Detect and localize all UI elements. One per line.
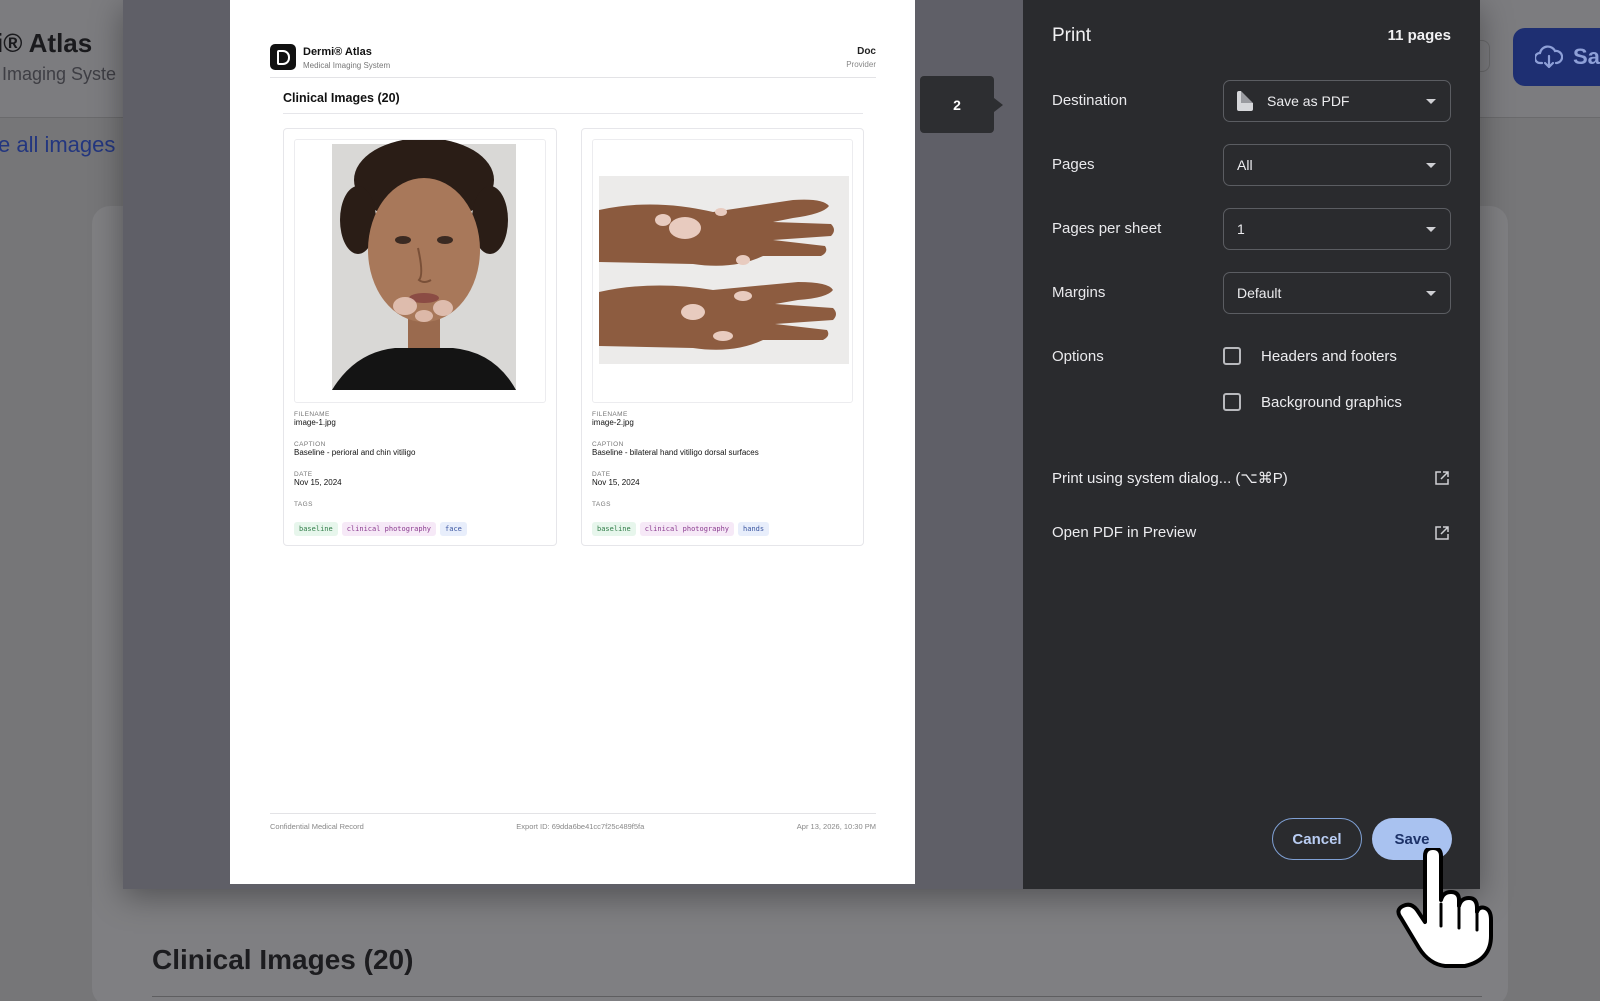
background-graphics-checkbox[interactable] [1223, 393, 1241, 411]
footer-confidential: Confidential Medical Record [270, 822, 364, 831]
document-right-title: Doc [857, 46, 876, 57]
margins-select[interactable]: Default [1223, 272, 1451, 314]
tags-label: TAGS [592, 501, 611, 508]
face-photo-icon [332, 140, 516, 390]
app-title: i® Atlas [0, 28, 93, 58]
chevron-down-icon [1426, 99, 1436, 104]
document-footer: Confidential Medical Record Export ID: 6… [270, 813, 876, 831]
footer-export-id: Export ID: 69dda6be41cc7f25c489f5fa [516, 822, 645, 831]
footer-timestamp: Apr 13, 2026, 10:30 PM [796, 822, 876, 831]
system-dialog-label: Print using system dialog... (⌥⌘P) [1052, 470, 1288, 487]
background-divider [152, 996, 1482, 997]
tag-hands: hands [738, 522, 770, 536]
pages-select[interactable]: All [1223, 144, 1451, 186]
headers-footers-checkbox[interactable] [1223, 347, 1241, 365]
pages-label: Pages [1052, 156, 1095, 173]
print-settings-panel: Print 11 pages Destination Save as PDF P… [1023, 0, 1480, 889]
tag-list: baseline clinical photography face [294, 522, 467, 536]
destination-value: Save as PDF [1267, 93, 1350, 109]
date-label: DATE [294, 471, 313, 478]
tag-clinical-photography: clinical photography [341, 522, 437, 536]
date-value: Nov 15, 2024 [294, 478, 342, 487]
tag-clinical-photography: clinical photography [639, 522, 735, 536]
tags-field: TAGS [294, 501, 313, 508]
tag-face: face [440, 522, 467, 536]
filename-value: image-2.jpg [592, 418, 634, 427]
document-section-title: Clinical Images (20) [283, 91, 400, 105]
background-section-heading: Clinical Images (20) [152, 944, 414, 975]
filename-label: FILENAME [294, 411, 330, 418]
tags-field: TAGS [592, 501, 611, 508]
document-right-subtitle: Provider [846, 60, 876, 69]
caption-label: CAPTION [592, 441, 624, 448]
pages-value: All [1237, 157, 1253, 173]
document-header: Dermi® Atlas Medical Imaging System Doc … [270, 44, 876, 78]
app-save-label: Sa [1573, 44, 1600, 69]
chevron-down-icon [1426, 291, 1436, 296]
external-link-icon [1435, 525, 1449, 540]
hand-pointer-cursor-icon [1396, 848, 1493, 968]
date-label: DATE [592, 471, 611, 478]
background-graphics-label: Background graphics [1261, 393, 1402, 411]
headers-footers-label: Headers and footers [1261, 347, 1397, 365]
filename-field: FILENAME image-2.jpg [592, 411, 634, 427]
page-number-indicator: 2 [920, 76, 1003, 133]
file-icon [1237, 91, 1253, 111]
tag-baseline: baseline [592, 522, 636, 536]
margins-label: Margins [1052, 284, 1106, 301]
chevron-down-icon [1426, 163, 1436, 168]
destination-label: Destination [1052, 92, 1128, 109]
filename-label: FILENAME [592, 411, 628, 418]
preview-page: Dermi® Atlas Medical Imaging System Doc … [230, 0, 915, 884]
headers-footers-option[interactable]: Headers and footers [1223, 347, 1397, 365]
caption-field: CAPTION Baseline - bilateral hand vitili… [592, 441, 759, 457]
document-brand: Dermi® Atlas [303, 46, 372, 58]
filename-field: FILENAME image-1.jpg [294, 411, 336, 427]
document-brand-subtitle: Medical Imaging System [303, 61, 391, 70]
chevron-down-icon [1426, 227, 1436, 232]
tags-label: TAGS [294, 501, 313, 508]
tag-list: baseline clinical photography hands [592, 522, 770, 536]
app-subtitle: Imaging Syste [2, 64, 117, 84]
caption-field: CAPTION Baseline - perioral and chin vit… [294, 441, 415, 457]
print-dialog: Dermi® Atlas Medical Imaging System Doc … [123, 0, 1480, 889]
caption-label: CAPTION [294, 441, 326, 448]
destination-select[interactable]: Save as PDF [1223, 80, 1451, 122]
print-preview-area[interactable]: Dermi® Atlas Medical Imaging System Doc … [123, 0, 1023, 889]
pages-per-sheet-label: Pages per sheet [1052, 220, 1162, 237]
pages-per-sheet-select[interactable]: 1 [1223, 208, 1451, 250]
cloud-download-icon [1535, 45, 1563, 69]
background-graphics-option[interactable]: Background graphics [1223, 393, 1402, 411]
caption-value: Baseline - perioral and chin vitiligo [294, 448, 416, 457]
open-pdf-preview-link[interactable]: Open PDF in Preview [1052, 524, 1450, 541]
image-thumbnail-face [294, 139, 546, 403]
caption-value: Baseline - bilateral hand vitiligo dorsa… [592, 448, 759, 457]
options-label: Options [1052, 348, 1104, 365]
margins-value: Default [1237, 285, 1282, 301]
pages-per-sheet-value: 1 [1237, 221, 1245, 237]
app-save-button: Sa [1513, 28, 1600, 86]
hands-photo-icon [599, 176, 849, 364]
image-thumbnail-hands [592, 139, 853, 403]
cancel-button[interactable]: Cancel [1272, 818, 1362, 860]
filename-value: image-1.jpg [294, 418, 336, 427]
document-section-divider [283, 113, 863, 114]
system-dialog-link[interactable]: Print using system dialog... (⌥⌘P) [1052, 469, 1450, 487]
tag-baseline: baseline [294, 522, 338, 536]
open-pdf-label: Open PDF in Preview [1052, 524, 1197, 541]
image-card: FILENAME image-2.jpg CAPTION Baseline - … [581, 128, 864, 546]
date-value: Nov 15, 2024 [592, 478, 640, 487]
dermi-logo-icon [270, 44, 296, 70]
see-all-images-link: e all images [0, 132, 116, 157]
page-count: 11 pages [1387, 27, 1451, 44]
print-title: Print [1052, 25, 1092, 46]
date-field: DATE Nov 15, 2024 [294, 471, 342, 487]
external-link-icon [1435, 471, 1449, 485]
date-field: DATE Nov 15, 2024 [592, 471, 640, 487]
image-card: FILENAME image-1.jpg CAPTION Baseline - … [283, 128, 557, 546]
